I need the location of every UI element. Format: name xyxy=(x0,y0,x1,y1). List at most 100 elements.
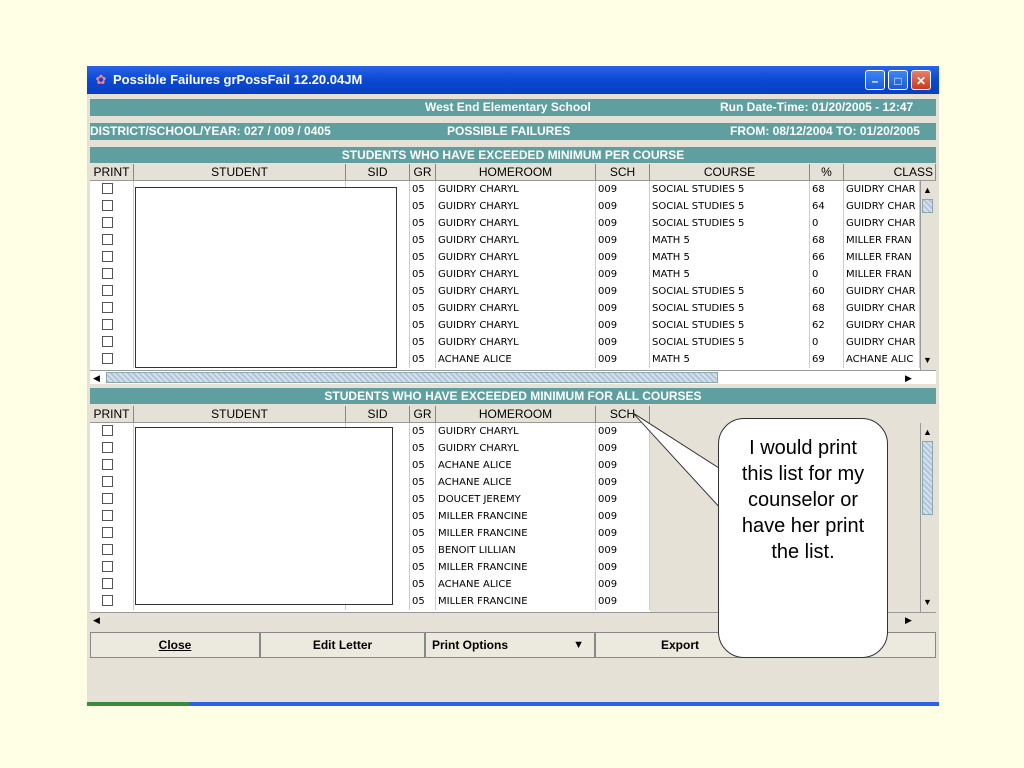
cell-pct: 0 xyxy=(810,215,844,232)
district-school-year: DISTRICT/SCHOOL/YEAR: 027 / 009 / 0405 xyxy=(90,124,331,138)
redacted-student-names-2 xyxy=(135,427,393,605)
date-range: FROM: 08/12/2004 TO: 01/20/2005 xyxy=(730,124,920,138)
col2-student[interactable]: STUDENT xyxy=(134,406,346,422)
cell-gr: 05 xyxy=(410,266,436,283)
cell-class: MILLER FRAN xyxy=(844,266,920,283)
scroll-left-arrow-icon-2[interactable]: ◀ xyxy=(90,613,103,627)
cell- xyxy=(90,300,134,317)
print-options-dropdown[interactable]: Print Options ▼ xyxy=(425,632,595,658)
cell-homeroom: MILLER FRANCINE xyxy=(436,508,596,525)
horizontal-scroll-thumb[interactable] xyxy=(106,372,718,383)
cell-homeroom: DOUCET JEREMY xyxy=(436,491,596,508)
cell-sch: 009 xyxy=(596,576,650,593)
close-icon: ✕ xyxy=(915,74,927,88)
cell-pct: 0 xyxy=(810,266,844,283)
cell-pct: 68 xyxy=(810,300,844,317)
cell-gr: 05 xyxy=(410,181,436,198)
section1-vertical-scrollbar[interactable]: ▲ ▼ xyxy=(920,181,934,370)
cell-class: MILLER FRAN xyxy=(844,232,920,249)
col2-homeroom[interactable]: HOMEROOM xyxy=(436,406,596,422)
cell-gr: 05 xyxy=(410,576,436,593)
cell-gr: 05 xyxy=(410,440,436,457)
scroll-down-arrow-icon[interactable]: ▼ xyxy=(921,353,934,367)
col-sid[interactable]: SID xyxy=(346,164,410,180)
cell-class: GUIDRY CHAR xyxy=(844,300,920,317)
cell-class: GUIDRY CHAR xyxy=(844,317,920,334)
cell-homeroom: ACHANE ALICE xyxy=(436,576,596,593)
scroll-up-arrow-icon-2[interactable]: ▲ xyxy=(921,425,934,439)
cell- xyxy=(90,181,134,198)
cell-homeroom: ACHANE ALICE xyxy=(436,351,596,368)
cell- xyxy=(90,215,134,232)
col-print[interactable]: PRINT xyxy=(90,164,134,180)
cell-homeroom: GUIDRY CHARYL xyxy=(436,283,596,300)
close-button[interactable]: Close xyxy=(90,632,260,658)
cell-class: MILLER FRAN xyxy=(844,249,920,266)
cell-sch: 009 xyxy=(596,351,650,368)
edit-letter-button[interactable]: Edit Letter xyxy=(260,632,425,658)
cell- xyxy=(90,491,134,508)
minimize-button[interactable]: – xyxy=(865,70,885,90)
col-course[interactable]: COURSE xyxy=(650,164,810,180)
scroll-thumb-2[interactable] xyxy=(922,441,933,515)
cell-homeroom: GUIDRY CHARYL xyxy=(436,232,596,249)
cell-homeroom: GUIDRY CHARYL xyxy=(436,249,596,266)
cell-gr: 05 xyxy=(410,334,436,351)
cell-course: SOCIAL STUDIES 5 xyxy=(650,317,810,334)
report-header-row1: West End Elementary School Run Date-Time… xyxy=(90,99,936,116)
cell-gr: 05 xyxy=(410,525,436,542)
redacted-student-names xyxy=(135,187,397,368)
cell-class: GUIDRY CHAR xyxy=(844,198,920,215)
cell-class: GUIDRY CHAR xyxy=(844,283,920,300)
cell-gr: 05 xyxy=(410,215,436,232)
maximize-button[interactable]: □ xyxy=(888,70,908,90)
cell-homeroom: GUIDRY CHARYL xyxy=(436,423,596,440)
cell-course: SOCIAL STUDIES 5 xyxy=(650,215,810,232)
col-student[interactable]: STUDENT xyxy=(134,164,346,180)
cell-homeroom: GUIDRY CHARYL xyxy=(436,440,596,457)
cell-homeroom: ACHANE ALICE xyxy=(436,457,596,474)
col-gr[interactable]: GR xyxy=(410,164,436,180)
cell-pct: 64 xyxy=(810,198,844,215)
cell-course: MATH 5 xyxy=(650,249,810,266)
scroll-right-arrow-icon-2[interactable]: ▶ xyxy=(902,613,915,627)
col2-print[interactable]: PRINT xyxy=(90,406,134,422)
cell- xyxy=(90,576,134,593)
cell-homeroom: BENOIT LILLIAN xyxy=(436,542,596,559)
scroll-thumb[interactable] xyxy=(922,199,933,213)
cell-homeroom: GUIDRY CHARYL xyxy=(436,300,596,317)
cell-gr: 05 xyxy=(410,559,436,576)
cell-pct: 60 xyxy=(810,283,844,300)
window-title: Possible Failures grPossFail 12.20.04JM xyxy=(113,72,363,87)
cell-course: SOCIAL STUDIES 5 xyxy=(650,181,810,198)
col2-gr[interactable]: GR xyxy=(410,406,436,422)
scroll-up-arrow-icon[interactable]: ▲ xyxy=(921,183,934,197)
col-percent[interactable]: % xyxy=(810,164,844,180)
cell-class: GUIDRY CHAR xyxy=(844,215,920,232)
close-window-button[interactable]: ✕ xyxy=(911,70,931,90)
section2-vertical-scrollbar[interactable]: ▲ ▼ xyxy=(920,423,934,612)
cell- xyxy=(90,440,134,457)
cell-course: SOCIAL STUDIES 5 xyxy=(650,198,810,215)
col2-sid[interactable]: SID xyxy=(346,406,410,422)
cell- xyxy=(90,266,134,283)
cell-sch: 009 xyxy=(596,232,650,249)
col-sch[interactable]: SCH xyxy=(596,164,650,180)
scroll-left-arrow-icon[interactable]: ◀ xyxy=(90,371,103,385)
scroll-right-arrow-icon[interactable]: ▶ xyxy=(902,371,915,385)
col-class[interactable]: CLASS xyxy=(844,164,936,180)
cell-pct: 62 xyxy=(810,317,844,334)
cell-gr: 05 xyxy=(410,423,436,440)
cell-course: SOCIAL STUDIES 5 xyxy=(650,283,810,300)
print-options-label: Print Options xyxy=(432,638,508,652)
scroll-down-arrow-icon-2[interactable]: ▼ xyxy=(921,595,934,609)
cell-homeroom: GUIDRY CHARYL xyxy=(436,317,596,334)
cell-homeroom: GUIDRY CHARYL xyxy=(436,334,596,351)
col-homeroom[interactable]: HOMEROOM xyxy=(436,164,596,180)
section1-horizontal-scrollbar[interactable]: ◀ ▶ xyxy=(90,370,936,384)
title-bar: ✿ Possible Failures grPossFail 12.20.04J… xyxy=(87,66,939,94)
cell-sch: 009 xyxy=(596,198,650,215)
cell-sch: 009 xyxy=(596,300,650,317)
cell-gr: 05 xyxy=(410,593,436,610)
cell-class: ACHANE ALIC xyxy=(844,351,920,368)
